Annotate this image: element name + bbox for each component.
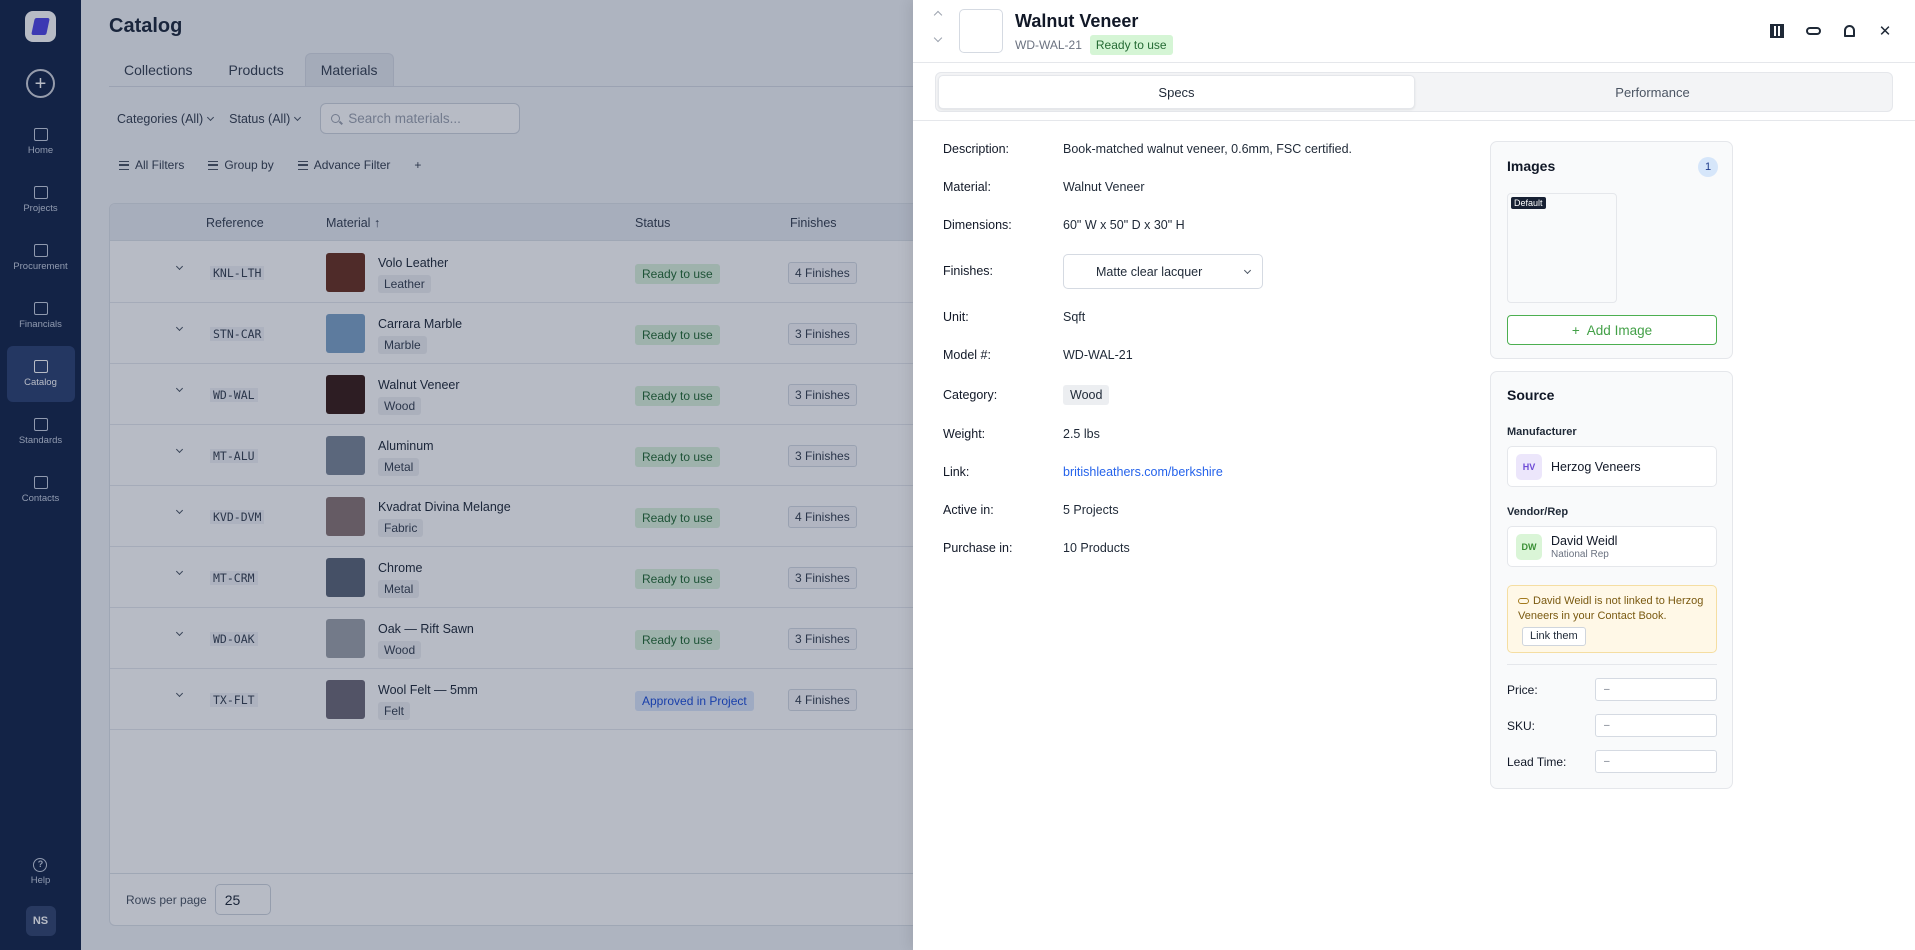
modal-backdrop[interactable] (0, 0, 913, 950)
price-label: Price: (1507, 683, 1538, 697)
qr-code-icon (1770, 24, 1784, 38)
drawer-title: Walnut Veneer (1015, 11, 1139, 31)
link-icon (1518, 598, 1529, 604)
product-link[interactable]: britishleathers.com/berkshire (1063, 465, 1223, 479)
bell-icon (1843, 25, 1855, 37)
chevron-down-icon[interactable] (933, 33, 943, 43)
add-image-button[interactable]: + Add Image (1507, 315, 1717, 345)
vendor-avatar: DW (1516, 533, 1542, 560)
category-chip: Wood (1063, 385, 1110, 405)
lead-time-input[interactable]: – (1595, 750, 1717, 773)
tab-performance[interactable]: Performance (1415, 75, 1890, 109)
sku-label: SKU: (1507, 719, 1536, 733)
chevron-down-icon (1243, 266, 1252, 274)
material-label: Material: (943, 180, 991, 194)
dimensions-value: 60" W x 50" D x 30" H (1063, 218, 1185, 232)
model-label: Model #: (943, 348, 991, 362)
finishes-label: Finishes: (943, 264, 994, 278)
vendor-card[interactable]: DW David Weidl National Rep (1507, 526, 1717, 567)
dimensions-label: Dimensions: (943, 218, 1012, 232)
record-navigation (933, 10, 943, 43)
lead-time-label: Lead Time: (1507, 755, 1567, 769)
image-tile[interactable]: Default (1507, 193, 1617, 303)
price-input[interactable]: – (1595, 678, 1717, 701)
vendor-role: National Rep (1551, 548, 1609, 560)
default-tag: Default (1511, 197, 1546, 209)
finishes-select[interactable]: Matte clear lacquer (1063, 254, 1263, 289)
vendor-name: David Weidl (1551, 533, 1618, 548)
chevron-up-icon[interactable] (933, 10, 943, 20)
images-title: Images (1507, 158, 1556, 174)
plus-icon: + (1571, 322, 1580, 338)
weight-value: 2.5 lbs (1063, 427, 1100, 441)
unit-label: Unit: (943, 310, 969, 324)
drawer-actions: ✕ (1769, 23, 1893, 40)
add-image-label: Add Image (1586, 322, 1653, 338)
material-code: WD-WAL-21 (1015, 38, 1082, 52)
drawer-tabs: Specs Performance (935, 72, 1893, 112)
active-in-value: 5 Projects (1063, 503, 1119, 517)
manufacturer-avatar: HV (1516, 453, 1542, 480)
source-card: Source Manufacturer HV Herzog Veneers Ve… (1490, 371, 1733, 789)
source-title: Source (1507, 387, 1555, 403)
notifications-button[interactable] (1841, 23, 1857, 39)
finishes-value: Matte clear lacquer (1096, 264, 1203, 279)
manufacturer-card[interactable]: HV Herzog Veneers (1507, 446, 1717, 487)
tab-specs[interactable]: Specs (938, 75, 1415, 109)
category-label: Category: (943, 388, 998, 402)
purchase-in-value: 10 Products (1063, 541, 1130, 555)
drawer-subtitle: WD-WAL-21 Ready to use (1015, 35, 1173, 55)
material-thumbnail (959, 9, 1003, 53)
warning-text: David Weidl is not linked to Herzog Vene… (1518, 595, 1704, 622)
close-button[interactable]: ✕ (1877, 23, 1893, 40)
tabs-divider (913, 120, 1915, 121)
description-value: Book-matched walnut veneer, 0.6mm, FSC c… (1063, 142, 1353, 156)
material-detail-drawer: Walnut Veneer WD-WAL-21 Ready to use ✕ S… (913, 0, 1915, 950)
drawer-header: Walnut Veneer WD-WAL-21 Ready to use ✕ (913, 0, 1915, 63)
copy-link-button[interactable] (1805, 23, 1821, 39)
manufacturer-name: Herzog Veneers (1551, 459, 1641, 474)
description-label: Description: (943, 142, 1009, 156)
unit-value: Sqft (1063, 310, 1086, 324)
material-value: Walnut Veneer (1063, 180, 1145, 194)
weight-label: Weight: (943, 427, 986, 441)
images-count-badge: 1 (1698, 157, 1718, 177)
status-badge: Ready to use (1089, 35, 1173, 55)
close-icon: ✕ (1878, 23, 1892, 40)
sku-input[interactable]: – (1595, 714, 1717, 737)
vendor-label: Vendor/Rep (1507, 506, 1569, 518)
qr-code-button[interactable] (1769, 23, 1785, 39)
link-icon (1805, 27, 1821, 35)
images-card: Images 1 Default + Add Image (1490, 141, 1733, 359)
model-value: WD-WAL-21 (1063, 348, 1133, 362)
active-in-label: Active in: (943, 503, 994, 517)
divider (1507, 664, 1717, 665)
link-label: Link: (943, 465, 970, 479)
unlinked-contact-warning: David Weidl is not linked to Herzog Vene… (1507, 585, 1717, 653)
vendor-info: David Weidl National Rep (1551, 534, 1617, 560)
purchase-in-label: Purchase in: (943, 541, 1013, 555)
manufacturer-label: Manufacturer (1507, 426, 1577, 438)
link-them-button[interactable]: Link them (1522, 627, 1586, 646)
